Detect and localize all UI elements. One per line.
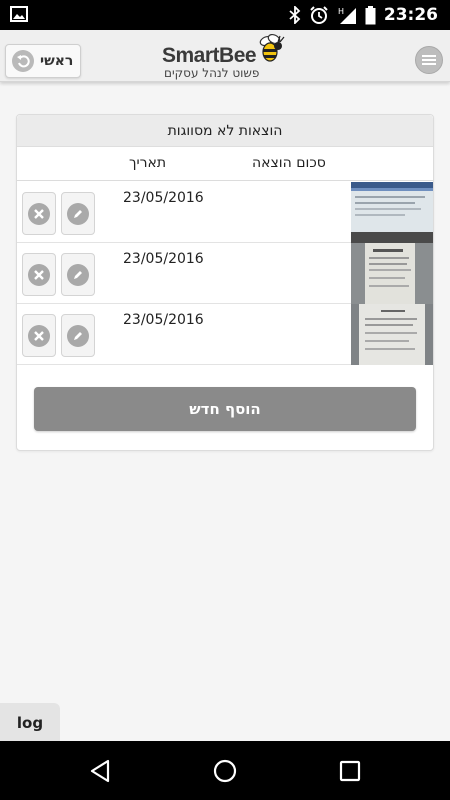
unclassified-expenses-panel: הוצאות לא מסווגות סכום הוצאה תאריך 23/05… <box>16 114 434 451</box>
receipt-thumbnail[interactable] <box>351 182 433 243</box>
receipt-thumbnail[interactable] <box>351 243 433 304</box>
column-header-date: תאריך <box>129 155 167 171</box>
home-button-label: ראשי <box>40 53 74 69</box>
row-date: 23/05/2016 <box>123 312 204 328</box>
table-row[interactable]: 23/05/2016 <box>17 182 433 243</box>
bee-icon <box>259 33 285 62</box>
app-header: ראשי SmartBee פשוט לנהל עסקים <box>0 30 450 82</box>
row-date: 23/05/2016 <box>123 251 204 267</box>
recent-apps-nav-icon[interactable] <box>336 757 364 785</box>
battery-icon <box>365 5 376 25</box>
delete-x-icon <box>28 202 50 225</box>
add-new-button[interactable]: הוסף חדש <box>34 387 416 431</box>
image-notification-icon <box>10 6 28 22</box>
svg-text:H: H <box>338 7 344 16</box>
alarm-icon <box>309 5 329 25</box>
pencil-icon <box>67 263 89 286</box>
delete-x-icon <box>28 324 50 347</box>
bluetooth-icon <box>289 6 301 24</box>
edit-button[interactable] <box>61 192 95 235</box>
back-arrow-icon <box>12 50 34 72</box>
panel-title: הוצאות לא מסווגות <box>17 115 433 147</box>
table-row[interactable]: 23/05/2016 <box>17 243 433 304</box>
table-row[interactable]: 23/05/2016 <box>17 304 433 365</box>
delete-button[interactable] <box>22 314 56 357</box>
column-header-amount: סכום הוצאה <box>252 155 326 171</box>
receipt-thumbnail[interactable] <box>351 304 433 365</box>
menu-button[interactable] <box>415 46 443 74</box>
pencil-icon <box>67 324 89 347</box>
log-button[interactable]: log <box>0 703 60 741</box>
row-date: 23/05/2016 <box>123 190 204 206</box>
delete-button[interactable] <box>22 253 56 296</box>
smartbee-logo: SmartBee פשוט לנהל עסקים <box>160 30 300 82</box>
edit-button[interactable] <box>61 253 95 296</box>
delete-button[interactable] <box>22 192 56 235</box>
delete-x-icon <box>28 263 50 286</box>
hamburger-menu-icon <box>422 55 436 65</box>
home-nav-icon[interactable] <box>211 757 239 785</box>
h-signal-icon: H <box>337 5 357 25</box>
navigation-bar <box>0 741 450 800</box>
pencil-icon <box>67 202 89 225</box>
status-bar: H 23:26 <box>0 0 450 30</box>
edit-button[interactable] <box>61 314 95 357</box>
table-header: סכום הוצאה תאריך <box>17 147 433 181</box>
home-button[interactable]: ראשי <box>5 44 81 78</box>
logo-tagline: פשוט לנהל עסקים <box>164 66 260 80</box>
status-time: 23:26 <box>383 5 438 25</box>
back-nav-icon[interactable] <box>86 757 114 785</box>
logo-text: SmartBee <box>162 44 257 67</box>
